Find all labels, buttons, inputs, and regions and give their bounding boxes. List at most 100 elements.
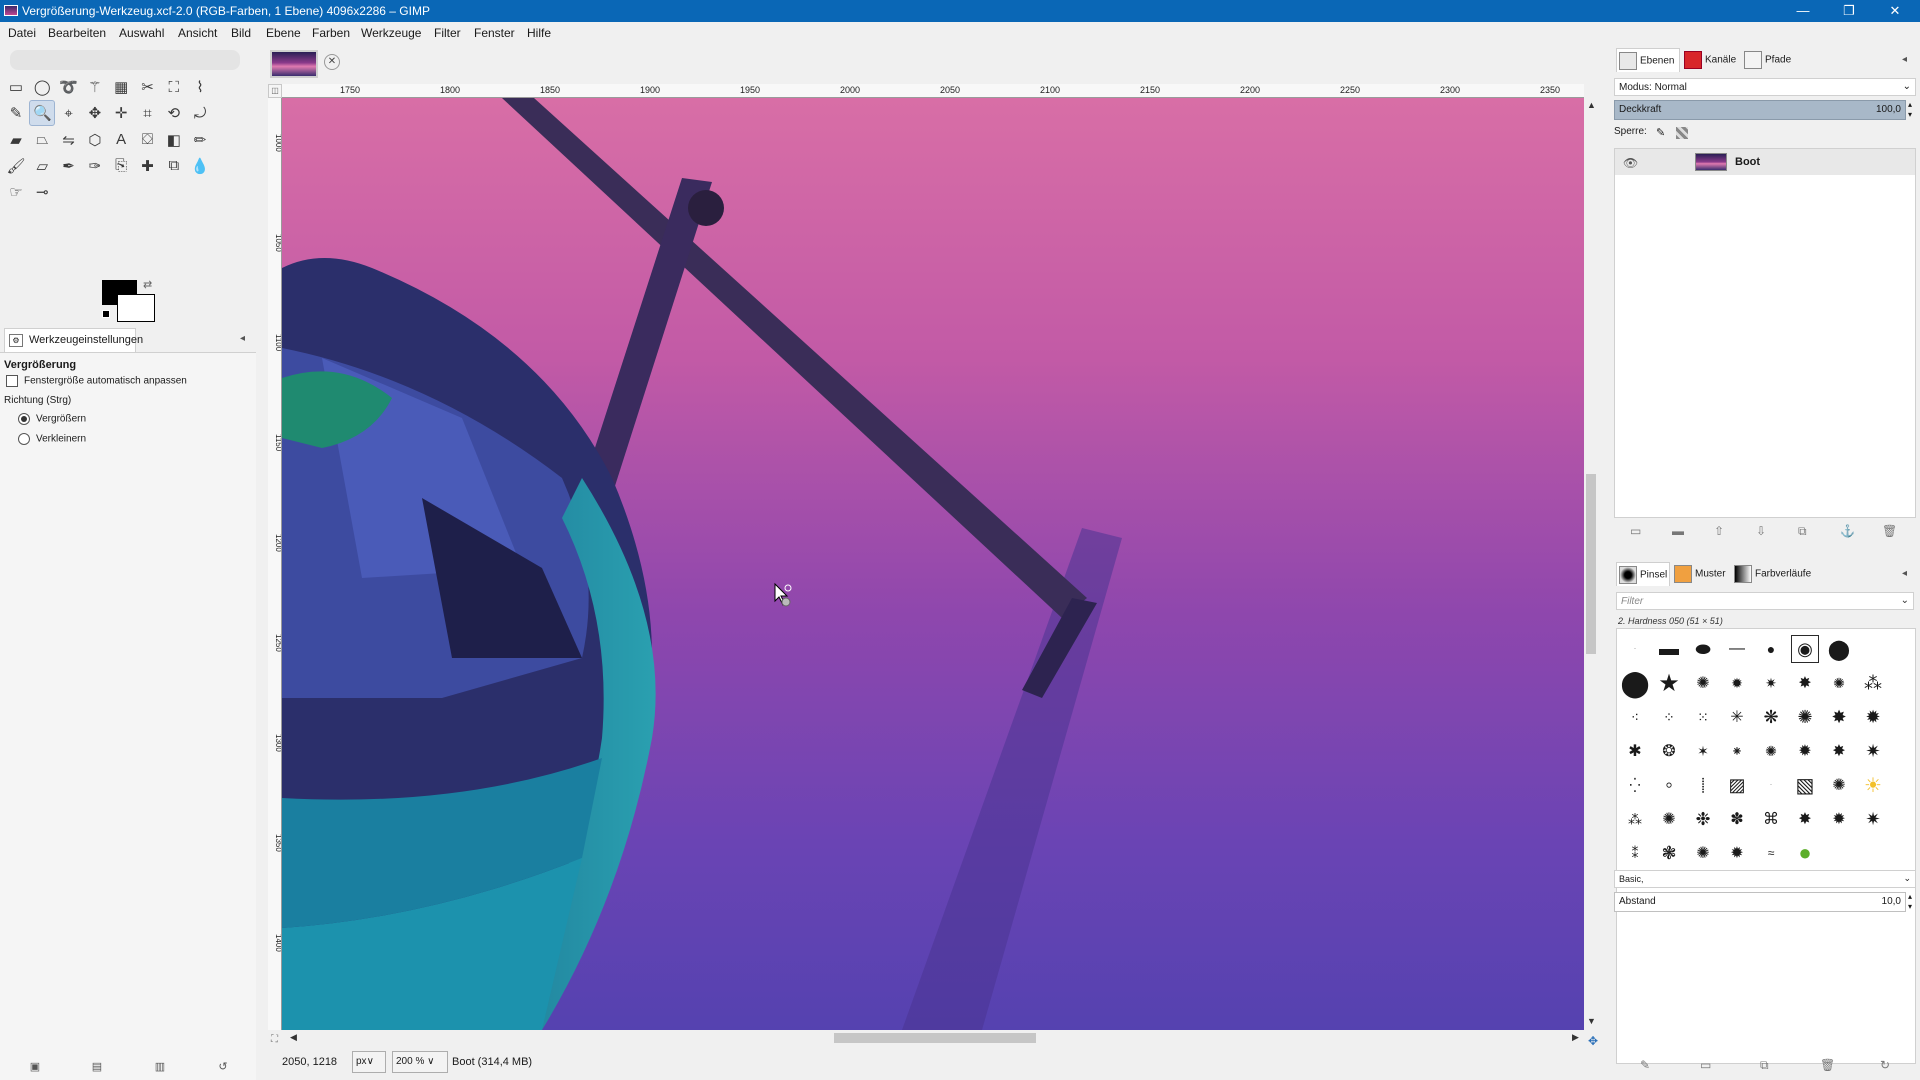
pointer-lock-icon[interactable]: ⛶ (271, 1034, 278, 1045)
swap-colors-icon[interactable]: ⇄ (143, 278, 152, 291)
brush-item[interactable]: · (1757, 771, 1785, 799)
brushes-menu-icon[interactable]: ◂ (1902, 568, 1907, 579)
brush-item[interactable]: ⁂ (1621, 805, 1649, 833)
brush-item[interactable]: ✺ (1655, 805, 1683, 833)
brush-item[interactable]: ⁙ (1689, 703, 1717, 731)
brush-item[interactable]: ✸ (1791, 805, 1819, 833)
brush-item[interactable]: ⬬ (1689, 635, 1717, 663)
brush-item[interactable]: ⬤ (1825, 635, 1853, 663)
scissors-select-icon[interactable]: ✂ (135, 74, 161, 100)
brush-item[interactable]: ✸ (1825, 737, 1853, 765)
duplicate-brush-icon[interactable]: ⧉ (1760, 1058, 1769, 1073)
brush-item[interactable]: ⸰ (1655, 771, 1683, 799)
brush-item[interactable]: ▬ (1655, 635, 1683, 663)
lock-pixels-icon[interactable]: ✎ (1656, 126, 1665, 139)
anchor-layer-icon[interactable]: ⚓ (1840, 524, 1855, 538)
brush-preset-select[interactable]: Basic, ⌄ (1614, 870, 1916, 888)
cage-icon[interactable]: ⬡ (82, 127, 108, 153)
select-by-color-icon[interactable]: ▦ (108, 74, 134, 100)
tab-muster[interactable]: Muster (1672, 562, 1732, 586)
free-select-icon[interactable]: ➰ (56, 74, 82, 100)
reset-options-icon[interactable]: ↺ (216, 1060, 230, 1074)
menu-bild[interactable]: Bild (231, 26, 251, 40)
zoom-in-radio[interactable] (18, 413, 30, 425)
zoom-icon[interactable]: 🔍 (29, 100, 56, 127)
unified-transform-icon[interactable]: ⟲ (161, 100, 187, 126)
brush-item[interactable]: ✹ (1723, 669, 1751, 697)
brush-item[interactable]: ✺ (1791, 703, 1819, 731)
brush-item[interactable]: ❃ (1655, 839, 1683, 867)
horizontal-ruler[interactable]: 1750 1800 1850 1900 1950 2000 2050 2100 2150 2200… (282, 84, 1584, 98)
delete-options-icon[interactable]: ▥ (153, 1060, 167, 1074)
menu-ebene[interactable]: Ebene (266, 26, 301, 40)
brush-item[interactable]: ⸽ (1689, 771, 1717, 799)
menu-ansicht[interactable]: Ansicht (178, 26, 217, 40)
layer-row[interactable]: 👁 Boot (1615, 149, 1915, 175)
brush-item[interactable]: ▧ (1791, 771, 1819, 799)
perspective-clone-icon[interactable]: ⧉ (161, 153, 187, 179)
delete-brush-icon[interactable]: 🗑 (1820, 1058, 1835, 1072)
close-icon[interactable]: ✕ (324, 54, 340, 70)
brush-item[interactable]: ⁂ (1859, 669, 1887, 697)
quick-mask-corner[interactable]: ◫ (268, 84, 282, 98)
menu-bearbeiten[interactable]: Bearbeiten (48, 26, 106, 40)
crop-icon[interactable]: ⌗ (135, 100, 161, 126)
tab-farbverlaeufe[interactable]: Farbverläufe (1732, 562, 1816, 586)
brush-item[interactable]: ✷ (1859, 737, 1887, 765)
brush-item[interactable]: ★ (1655, 669, 1683, 697)
menu-farben[interactable]: Farben (312, 26, 350, 40)
brush-item[interactable]: ❋ (1757, 703, 1785, 731)
brush-item[interactable]: ≈ (1757, 839, 1785, 867)
brush-item[interactable]: ⁕ (1723, 737, 1751, 765)
eraser-icon[interactable]: ▱ (29, 153, 55, 179)
paths-icon[interactable]: ⌇ (187, 74, 213, 100)
menu-fenster[interactable]: Fenster (474, 26, 515, 40)
restore-button[interactable]: ❐ (1826, 0, 1872, 22)
scroll-left-icon[interactable]: ◀ (290, 1032, 297, 1043)
auto-resize-checkbox[interactable] (6, 375, 18, 387)
brush-item[interactable]: ❉ (1689, 805, 1717, 833)
clone-icon[interactable]: ⎘ (108, 153, 134, 179)
brush-item[interactable]: ✺ (1825, 669, 1853, 697)
zoom-out-radio[interactable] (18, 433, 30, 445)
tab-kanaele[interactable]: Kanäle (1682, 48, 1746, 72)
brush-item[interactable]: ✷ (1757, 669, 1785, 697)
horizontal-scrollbar[interactable]: ◀ ▶ (282, 1030, 1584, 1046)
tab-tool-options[interactable]: ⚙ Werkzeugeinstellungen (4, 328, 143, 352)
lower-layer-icon[interactable]: ⇩ (1756, 524, 1766, 538)
refresh-brushes-icon[interactable]: ↻ (1880, 1058, 1890, 1072)
brush-item[interactable]: ✹ (1825, 805, 1853, 833)
brush-item[interactable]: ✹ (1791, 737, 1819, 765)
scroll-right-icon[interactable]: ▶ (1572, 1032, 1579, 1043)
scroll-up-icon[interactable]: ▲ (1587, 100, 1596, 110)
tab-pfade[interactable]: Pfade (1742, 48, 1802, 72)
rotate-icon[interactable]: ⤾ (187, 100, 213, 126)
shear-icon[interactable]: ▰ (3, 127, 29, 153)
brush-item[interactable]: ✹ (1723, 839, 1751, 867)
default-colors-icon[interactable] (102, 310, 110, 318)
rect-select-icon[interactable]: ▭ (3, 74, 29, 100)
vertical-scrollbar[interactable]: ▲ ▼ (1584, 98, 1598, 1030)
brush-item[interactable]: ⁛ (1621, 771, 1649, 799)
ink-icon[interactable]: ✑ (82, 153, 108, 179)
raise-layer-icon[interactable]: ⇧ (1714, 524, 1724, 538)
zoom-select[interactable]: 200 % ∨ (392, 1051, 448, 1073)
restore-options-icon[interactable]: ▤ (90, 1060, 104, 1074)
brush-item[interactable]: ✺ (1689, 669, 1717, 697)
brush-item[interactable]: ◉ (1791, 635, 1819, 663)
brush-item[interactable]: ⁘ (1655, 703, 1683, 731)
brush-item[interactable]: ⬤ (1620, 668, 1649, 698)
perspective-icon[interactable]: ⏢ (29, 127, 55, 153)
brush-item[interactable]: ● (1791, 839, 1819, 867)
color-picker-icon[interactable]: ✎ (3, 100, 29, 126)
menu-werkzeuge[interactable]: Werkzeuge (361, 26, 421, 40)
delete-layer-icon[interactable]: 🗑 (1882, 524, 1897, 538)
spacing-slider[interactable]: Abstand 10,0 (1614, 892, 1906, 912)
brush-item[interactable]: ✽ (1723, 805, 1751, 833)
auto-resize-option[interactable]: Fenstergröße automatisch anpassen (6, 375, 187, 387)
eye-icon[interactable]: 👁 (1623, 156, 1638, 170)
zoom-in-option[interactable]: Vergrößern (18, 413, 86, 425)
brush-item[interactable]: ✺ (1757, 737, 1785, 765)
horizontal-scroll-thumb[interactable] (834, 1033, 1036, 1043)
brush-item[interactable]: ▨ (1723, 771, 1751, 799)
